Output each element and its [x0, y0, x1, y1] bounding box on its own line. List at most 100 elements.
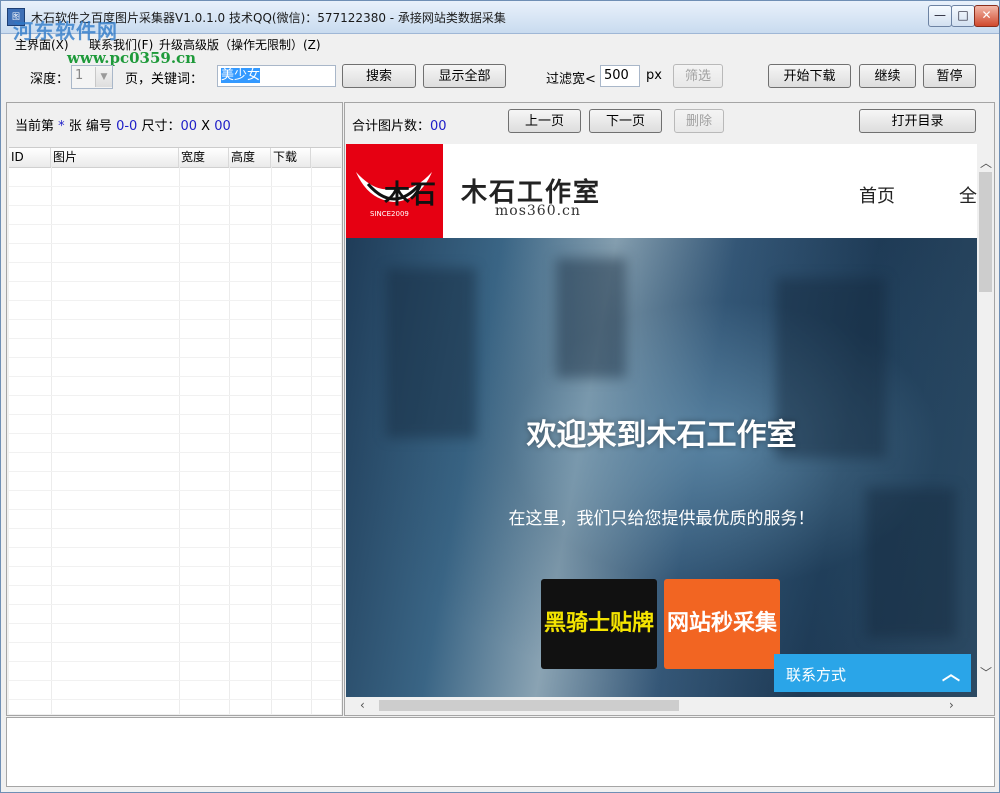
- grid-line: [311, 167, 312, 714]
- logo-text: 木石: [384, 180, 437, 210]
- table-row: [9, 585, 341, 586]
- id-value: 0-0: [116, 119, 138, 134]
- grid-line: [179, 167, 180, 714]
- web-preview[interactable]: 木石 SINCE2009 木石工作室 mos360.cn 首页 全 欢迎来到木石…: [346, 144, 977, 697]
- filter-button[interactable]: 筛选: [673, 64, 723, 88]
- horizontal-scrollbar[interactable]: ‹ ›: [346, 697, 977, 714]
- scroll-thumb[interactable]: [379, 700, 679, 711]
- table-row: [9, 433, 341, 434]
- hero-banner: 欢迎来到木石工作室 在这里，我们只给您提供最优质的服务！ 黑骑士贴牌 网站秒采集…: [346, 238, 977, 697]
- table-header: ID 图片 宽度 高度 下载: [9, 148, 341, 168]
- continue-button[interactable]: 继续: [859, 64, 916, 88]
- col-download[interactable]: 下载: [271, 148, 311, 167]
- nav-all-link[interactable]: 全: [959, 182, 977, 208]
- app-window: 图 木石软件之百度图片采集器V1.0.1.0 技术QQ(微信)：57712238…: [0, 0, 1000, 793]
- table-row: [9, 395, 341, 396]
- filter-width-input[interactable]: 500: [600, 65, 640, 87]
- col-height[interactable]: 高度: [229, 148, 271, 167]
- page-keyword-label: 页，关键词：: [125, 72, 204, 87]
- delete-button[interactable]: 删除: [674, 109, 724, 133]
- current-index: *: [58, 119, 65, 134]
- col-id[interactable]: ID: [9, 148, 51, 167]
- width-value: 00: [180, 119, 198, 134]
- table-row: [9, 262, 341, 263]
- keyword-value: 美少女: [221, 68, 261, 83]
- site-header: 木石 SINCE2009 木石工作室 mos360.cn 首页 全: [346, 144, 977, 238]
- filter-width-label: 过滤宽<: [546, 72, 596, 87]
- table-row: [9, 623, 341, 624]
- maximize-button[interactable]: □: [951, 5, 975, 27]
- hero-title: 欢迎来到木石工作室: [526, 418, 797, 453]
- total-value: 00: [430, 119, 447, 134]
- prev-page-button[interactable]: 上一页: [508, 109, 581, 133]
- minimize-button[interactable]: —: [928, 5, 952, 27]
- next-page-button[interactable]: 下一页: [589, 109, 662, 133]
- contact-widget[interactable]: 联系方式 ︿: [774, 654, 971, 692]
- table-row: [9, 243, 341, 244]
- table-row: [9, 414, 341, 415]
- table-row: [9, 224, 341, 225]
- image-table[interactable]: ID 图片 宽度 高度 下载: [9, 147, 341, 714]
- table-row: [9, 376, 341, 377]
- table-row: [9, 205, 341, 206]
- keyword-input[interactable]: 美少女: [217, 65, 336, 87]
- col-width[interactable]: 宽度: [179, 148, 229, 167]
- size-label: 尺寸：: [141, 119, 181, 134]
- scroll-up-arrow-icon[interactable]: ︿: [980, 154, 992, 171]
- table-row: [9, 680, 341, 681]
- vertical-scrollbar[interactable]: ︿ ﹀: [977, 144, 994, 697]
- search-button[interactable]: 搜索: [342, 64, 416, 88]
- filter-unit: px: [646, 68, 662, 83]
- current-info: 当前第 * 张 编号 0-0 尺寸：00 X 00: [15, 115, 231, 134]
- table-row: [9, 699, 341, 700]
- scroll-thumb[interactable]: [979, 172, 992, 292]
- site-domain: mos360.cn: [495, 203, 581, 219]
- close-button[interactable]: ✕: [974, 5, 999, 27]
- table-row: [9, 452, 341, 453]
- table-row: [9, 490, 341, 491]
- scroll-right-arrow-icon[interactable]: ›: [949, 698, 954, 712]
- sheet-label: 张 编号: [68, 119, 112, 134]
- table-row: [9, 547, 341, 548]
- table-row: [9, 604, 341, 605]
- current-prefix: 当前第: [15, 119, 55, 134]
- nav-home-link[interactable]: 首页: [859, 182, 895, 208]
- depth-label: 深度：: [30, 72, 70, 87]
- contact-label: 联系方式: [786, 666, 847, 684]
- table-row: [9, 642, 341, 643]
- grid-line: [229, 167, 230, 714]
- open-directory-button[interactable]: 打开目录: [859, 109, 976, 133]
- title-bar[interactable]: 图 木石软件之百度图片采集器V1.0.1.0 技术QQ(微信)：57712238…: [1, 1, 999, 34]
- black-knight-button[interactable]: 黑骑士贴牌: [541, 579, 657, 669]
- hero-bg-shape: [556, 258, 626, 378]
- table-row: [9, 281, 341, 282]
- scroll-left-arrow-icon[interactable]: ‹: [360, 698, 365, 712]
- col-image[interactable]: 图片: [51, 148, 179, 167]
- table-row: [9, 319, 341, 320]
- chevron-down-icon[interactable]: ▼: [95, 67, 112, 87]
- hero-subtitle: 在这里，我们只给您提供最优质的服务！: [508, 509, 815, 529]
- table-row: [9, 338, 341, 339]
- site-scrape-button[interactable]: 网站秒采集: [664, 579, 780, 669]
- table-row: [9, 566, 341, 567]
- grid-line: [51, 167, 52, 714]
- site-logo[interactable]: 木石 SINCE2009: [346, 144, 443, 238]
- table-row: [9, 509, 341, 510]
- table-row: [9, 357, 341, 358]
- logo-since: SINCE2009: [370, 210, 409, 218]
- total-label: 合计图片数：: [352, 119, 431, 134]
- table-row: [9, 661, 341, 662]
- start-download-button[interactable]: 开始下载: [768, 64, 851, 88]
- watermark-brand: 河东软件网: [13, 19, 118, 43]
- log-area[interactable]: [6, 717, 995, 787]
- total-count: 合计图片数：00: [352, 115, 447, 134]
- table-row: [9, 300, 341, 301]
- show-all-button[interactable]: 显示全部: [423, 64, 506, 88]
- table-row: [9, 186, 341, 187]
- scroll-down-arrow-icon[interactable]: ﹀: [980, 664, 992, 681]
- chevron-up-icon[interactable]: ︿: [942, 660, 960, 686]
- height-value: 00: [214, 119, 231, 134]
- table-row: [9, 528, 341, 529]
- pause-button[interactable]: 暂停: [923, 64, 976, 88]
- x-label: X: [201, 119, 211, 134]
